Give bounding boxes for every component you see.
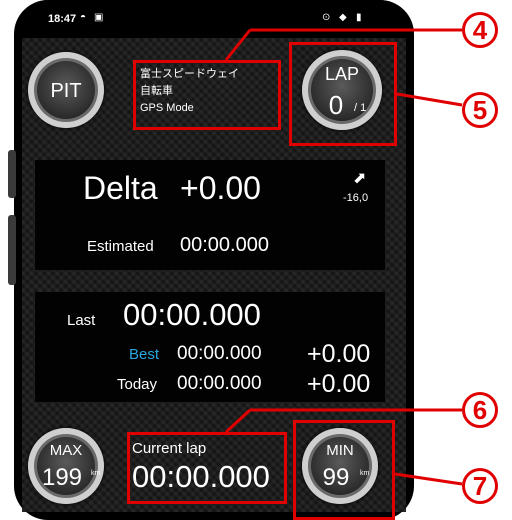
callout-4: 4 [462,12,498,48]
leader-line-4 [224,29,252,61]
callout-7: 7 [462,468,498,504]
callout-6: 6 [462,392,498,428]
annotation-leader-lines [224,28,463,486]
leader-line-6 [224,408,252,434]
leader-line-7 [394,472,463,486]
leader-line-5 [396,92,463,107]
callout-5: 5 [462,92,498,128]
